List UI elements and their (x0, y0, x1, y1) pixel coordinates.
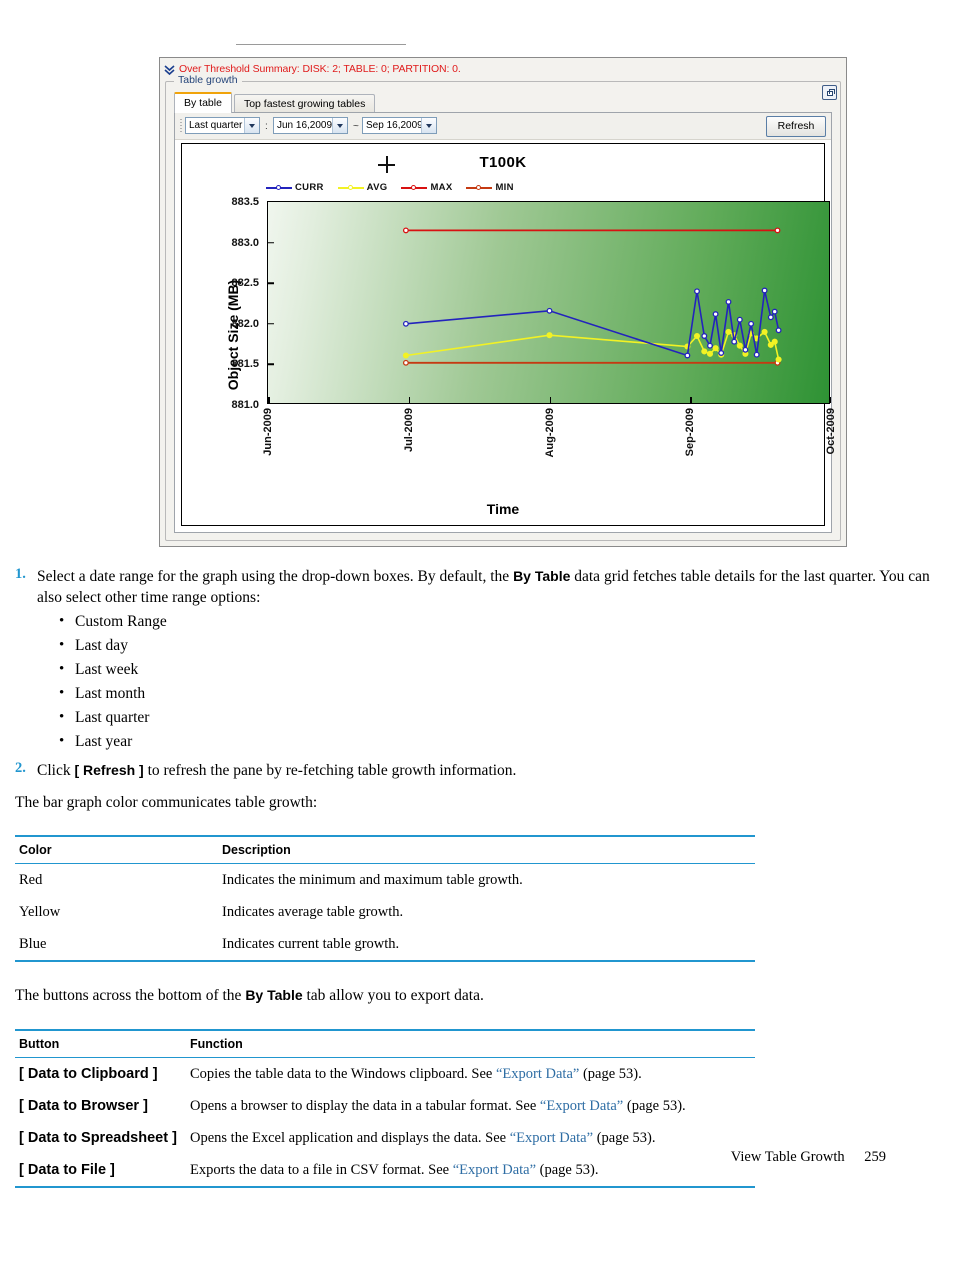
buttons-intro-paragraph: The buttons across the bottom of the By … (15, 984, 954, 1007)
table-row: [ Data to Clipboard ] Copies the table da… (15, 1058, 755, 1091)
option-last-year: Last year (75, 733, 133, 750)
button-table-header-button: Button (15, 1029, 186, 1058)
function-text-post: (page 53). (593, 1130, 656, 1146)
color-desc-red: Indicates the minimum and maximum table … (222, 872, 523, 888)
step-1-part1: Select a date range for the graph using … (37, 568, 514, 585)
table-row: [ Data to Browser ] Opens a browser to di… (15, 1090, 755, 1122)
list-item: Last week (37, 657, 954, 682)
steps-list: 1. Select a date range for the graph usi… (0, 566, 954, 781)
tab-by-table[interactable]: By table (174, 92, 232, 113)
color-name-yellow: Yellow (19, 904, 61, 920)
color-desc-blue: Indicates current table growth. (218, 928, 755, 962)
step-1: 1. Select a date range for the graph usi… (0, 566, 954, 754)
export-button-function: Opens a browser to display the data in a… (186, 1090, 755, 1122)
color-desc-yellow: Indicates average table growth. (222, 904, 404, 920)
color-table: Color Description Red Indicates the mini… (15, 835, 755, 962)
table-header-row: Button Function (15, 1029, 755, 1058)
buttons-intro-bold-by-table: By Table (245, 987, 303, 1003)
option-last-day: Last day (75, 637, 128, 654)
table-row: Blue Indicates current table growth. (15, 928, 755, 962)
function-text-pre: Copies the table data to the Windows cli… (190, 1066, 496, 1082)
export-button-function: Copies the table data to the Windows cli… (186, 1058, 755, 1091)
option-last-quarter: Last quarter (75, 709, 150, 726)
footer-page-number: 259 (864, 1149, 886, 1165)
document-body: 1. Select a date range for the graph usi… (0, 0, 954, 1188)
export-button-name: [ Data to Clipboard ] (19, 1066, 158, 1082)
color-table-header-color: Color (15, 835, 218, 864)
button-table-header-function: Function (186, 1029, 755, 1058)
page-footer: View Table Growth 259 (0, 1149, 954, 1166)
list-item: Last quarter (37, 705, 954, 730)
table-header-row: Color Description (15, 835, 755, 864)
export-button-name: [ Data to Browser ] (19, 1098, 148, 1114)
time-range-options-list: Custom Range Last day Last week Last mon… (37, 609, 954, 754)
step-2-part1: Click (37, 762, 75, 779)
table-row: Yellow Indicates average table growth. (15, 896, 755, 928)
step-2-part2: to refresh the pane by re-fetching table… (143, 762, 517, 779)
color-table-header-description: Description (218, 835, 755, 864)
list-item: Last month (37, 681, 954, 706)
function-text-post: (page 53). (623, 1098, 686, 1114)
list-item: Custom Range (37, 609, 954, 634)
export-data-link[interactable]: “Export Data” (496, 1066, 579, 1082)
color-name-blue: Blue (15, 928, 218, 962)
buttons-intro-part1: The buttons across the bottom of the (15, 987, 246, 1004)
step-2-text: Click [ Refresh ] to refresh the pane by… (37, 762, 516, 779)
step-1-text: Select a date range for the graph using … (37, 568, 930, 606)
step-1-number: 1. (15, 566, 26, 582)
function-text-pre: Opens the Excel application and displays… (190, 1130, 510, 1146)
option-custom-range: Custom Range (75, 613, 167, 630)
buttons-intro-part2: tab allow you to export data. (302, 987, 484, 1004)
tab-by-table-label: By table (184, 97, 222, 109)
function-text-post: (page 53). (579, 1066, 642, 1082)
function-text-pre: Opens a browser to display the data in a… (190, 1098, 540, 1114)
step-2-bold-refresh: [ Refresh ] (74, 762, 144, 778)
option-last-month: Last month (75, 685, 146, 702)
step-2: 2. Click [ Refresh ] to refresh the pane… (0, 760, 954, 781)
table-row: Red Indicates the minimum and maximum ta… (15, 864, 755, 897)
list-item: Last year (37, 729, 954, 754)
footer-chapter: View Table Growth (730, 1149, 845, 1165)
step-2-number: 2. (15, 760, 26, 776)
option-last-week: Last week (75, 661, 139, 678)
export-data-link[interactable]: “Export Data” (510, 1130, 593, 1146)
step-1-bold-by-table: By Table (513, 568, 571, 584)
export-data-link[interactable]: “Export Data” (540, 1098, 623, 1114)
list-item: Last day (37, 633, 954, 658)
color-name-red: Red (19, 872, 43, 888)
color-intro-paragraph: The bar graph color communicates table g… (15, 794, 318, 811)
